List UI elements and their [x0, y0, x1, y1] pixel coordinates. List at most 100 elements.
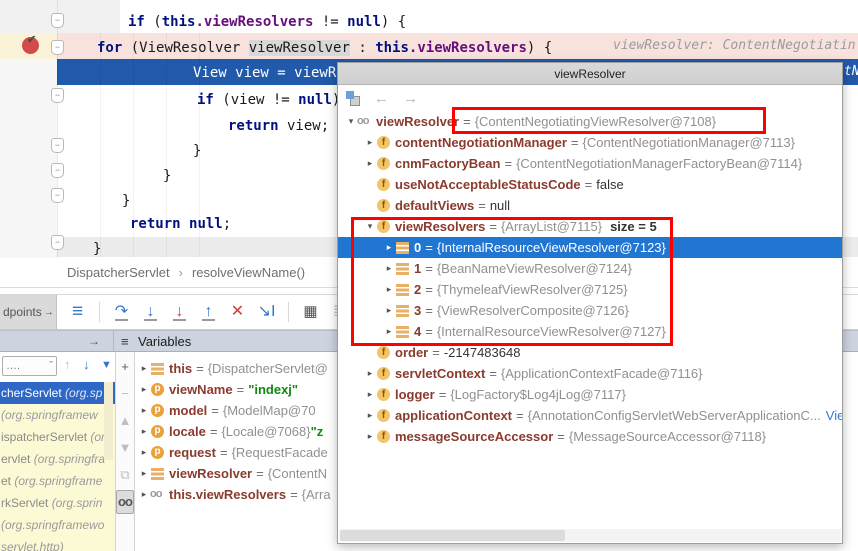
inspect-icon[interactable] [346, 91, 360, 105]
chevron-right-icon[interactable]: ▸ [137, 484, 151, 505]
chevron-icon[interactable]: ▾ [344, 111, 358, 132]
chevron-icon[interactable]: ▸ [363, 426, 377, 447]
popup-tree-row[interactable]: ▸ 3 = {ViewResolverComposite@7126} [338, 300, 842, 321]
chevron-icon[interactable]: ▸ [382, 300, 396, 321]
filter-icon[interactable]: ▼ [101, 359, 112, 371]
chevron-right-icon[interactable]: ▸ [137, 421, 151, 442]
hide-panel-arrow-icon[interactable]: → [88, 334, 100, 348]
breadcrumb-method[interactable]: resolveViewName() [192, 265, 305, 280]
popup-tree-row[interactable]: ▸ logger = {LogFactory$Log4jLog@7117} [338, 384, 842, 405]
frame-down-icon[interactable]: ↓ [83, 357, 90, 372]
equals-sign: = [489, 216, 497, 237]
stack-frame-row[interactable]: et (org.springframe [0, 470, 115, 492]
move-down-icon[interactable]: ▼ [116, 436, 134, 460]
chevron-icon[interactable]: ▸ [382, 321, 396, 342]
popup-tree-row[interactable]: ▸ 4 = {InternalResourceViewResolver@7127… [338, 321, 842, 342]
chevron-icon[interactable]: ▸ [382, 237, 396, 258]
forward-arrow-icon[interactable]: → [403, 90, 418, 107]
chevron-icon[interactable]: ▸ [363, 132, 377, 153]
stack-frame-row[interactable]: servlet.http) [0, 536, 115, 551]
chevron-icon[interactable]: ▸ [363, 384, 377, 405]
back-arrow-icon[interactable]: ← [374, 90, 389, 107]
breakpoint-icon[interactable] [22, 37, 39, 54]
variable-value: {Locale@7068} [221, 421, 310, 442]
code-token: != [313, 14, 347, 30]
chevron-right-icon[interactable]: ▸ [137, 442, 151, 463]
stack-frame-row[interactable]: ispatcherServlet (or [0, 426, 115, 448]
fold-marker-icon[interactable]: − [51, 188, 64, 203]
step-into-icon[interactable]: ↓ [138, 303, 163, 321]
code-line: return view; [228, 116, 329, 136]
chevron-icon[interactable]: ▸ [382, 279, 396, 300]
frame-class-fragment: et [1, 474, 14, 488]
popup-tree-row[interactable]: useNotAcceptableStatusCode = false [338, 174, 842, 195]
tab-variables[interactable]: Variables [138, 334, 191, 349]
remove-watch-icon[interactable]: − [116, 382, 134, 406]
code-token: viewResolver [249, 40, 350, 56]
add-watch-icon[interactable]: + [116, 355, 134, 379]
toolbar-icon[interactable] [99, 302, 100, 322]
chevron-icon[interactable]: ▸ [363, 405, 377, 426]
variable-type-icon [151, 383, 164, 396]
stack-frame-row[interactable]: cherServlet (org.sp [0, 382, 115, 404]
field-value: {LogFactory$Log4jLog@7117} [450, 384, 626, 405]
frame-package-fragment: (org.springframew [1, 408, 98, 422]
show-watches-icon[interactable]: oo [116, 490, 134, 514]
fold-marker-icon[interactable]: − [51, 235, 64, 250]
chevron-icon[interactable]: ▸ [363, 153, 377, 174]
chevron-icon[interactable]: ▸ [382, 258, 396, 279]
fold-marker-icon[interactable]: − [51, 40, 64, 55]
evaluate-expression-icon[interactable]: ▦ [298, 303, 323, 321]
popup-tree-row[interactable]: ▸ 2 = {ThymeleafViewResolver@7125} [338, 279, 842, 300]
popup-tree-row[interactable]: ▸ servletContext = {ApplicationContextFa… [338, 363, 842, 384]
step-out-icon[interactable]: ↑ [196, 303, 221, 321]
equals-sign: = [425, 300, 433, 321]
variable-string-value: "indexj" [248, 379, 298, 400]
chevron-right-icon[interactable]: ▸ [137, 463, 151, 484]
frame-up-icon[interactable]: ↑ [64, 357, 71, 372]
stack-frame-row[interactable]: (org.springframew [0, 404, 115, 426]
chevron-right-icon[interactable]: ▸ [137, 400, 151, 421]
popup-tree-row[interactable]: ▾ viewResolver = {ContentNegotiatingView… [338, 111, 842, 132]
popup-tree-row[interactable]: ▸ 0 = {InternalResourceViewResolver@7123… [338, 237, 842, 258]
stack-frame-row[interactable]: ervlet (org.springfra [0, 448, 115, 470]
field-type-icon [377, 346, 390, 359]
fold-marker-icon[interactable]: − [51, 13, 64, 28]
fold-marker-icon[interactable]: − [51, 163, 64, 178]
threads-view-icon[interactable]: ≡ [65, 303, 90, 321]
popup-tree-row[interactable]: ▸ cnmFactoryBean = {ContentNegotiationMa… [338, 153, 842, 174]
run-to-cursor-icon[interactable]: ↘I [254, 303, 279, 321]
popup-tree-row[interactable]: ▸ contentNegotiationManager = {ContentNe… [338, 132, 842, 153]
popup-horizontal-scrollbar[interactable] [339, 529, 841, 542]
popup-tree-row[interactable]: defaultViews = null [338, 195, 842, 216]
chevron-right-icon[interactable]: ▸ [137, 358, 151, 379]
chevron-icon[interactable]: ▾ [363, 216, 377, 237]
chevron-icon[interactable]: ▸ [363, 363, 377, 384]
fold-marker-icon[interactable]: − [51, 138, 64, 153]
duplicate-icon[interactable]: ⧉ [116, 463, 134, 487]
thread-selector-dropdown[interactable]: …. ˇ [2, 356, 57, 376]
popup-tree-row[interactable]: ▸ 1 = {BeanNameViewResolver@7124} [338, 258, 842, 279]
force-step-into-icon[interactable]: ↓ [167, 303, 192, 321]
move-up-icon[interactable]: ▲ [116, 409, 134, 433]
field-value: {ContentNegotiatingViewResolver@7108} [475, 111, 716, 132]
step-over-icon[interactable]: ↷ [109, 303, 134, 321]
toolbar-icon[interactable] [288, 302, 289, 322]
popup-tree-row[interactable]: ▾ viewResolvers = {ArrayList@7115} size … [338, 216, 842, 237]
chevron-right-icon[interactable]: ▸ [137, 379, 151, 400]
stack-frame-row[interactable]: rkServlet (org.sprin [0, 492, 115, 514]
view-link[interactable]: View [826, 405, 842, 426]
breadcrumb-class[interactable]: DispatcherServlet [67, 265, 170, 280]
popup-tree-row[interactable]: ▸ messageSourceAccessor = {MessageSource… [338, 426, 842, 447]
variable-name: model [169, 400, 207, 421]
stack-frame-row[interactable]: (org.springframewo [0, 514, 115, 536]
field-name: useNotAcceptableStatusCode [395, 174, 581, 195]
frames-scrollbar[interactable] [104, 382, 113, 460]
breakpoints-tab-fragment[interactable]: dpoints → [0, 295, 57, 329]
fold-marker-icon[interactable]: − [51, 88, 64, 103]
drop-frame-icon[interactable]: ✕ [225, 303, 250, 321]
popup-tree-row[interactable]: ▸ applicationContext = {AnnotationConfig… [338, 405, 842, 426]
field-name: messageSourceAccessor [395, 426, 553, 447]
popup-tree-row[interactable]: order = -2147483648 [338, 342, 842, 363]
scrollbar-thumb[interactable] [340, 530, 565, 541]
